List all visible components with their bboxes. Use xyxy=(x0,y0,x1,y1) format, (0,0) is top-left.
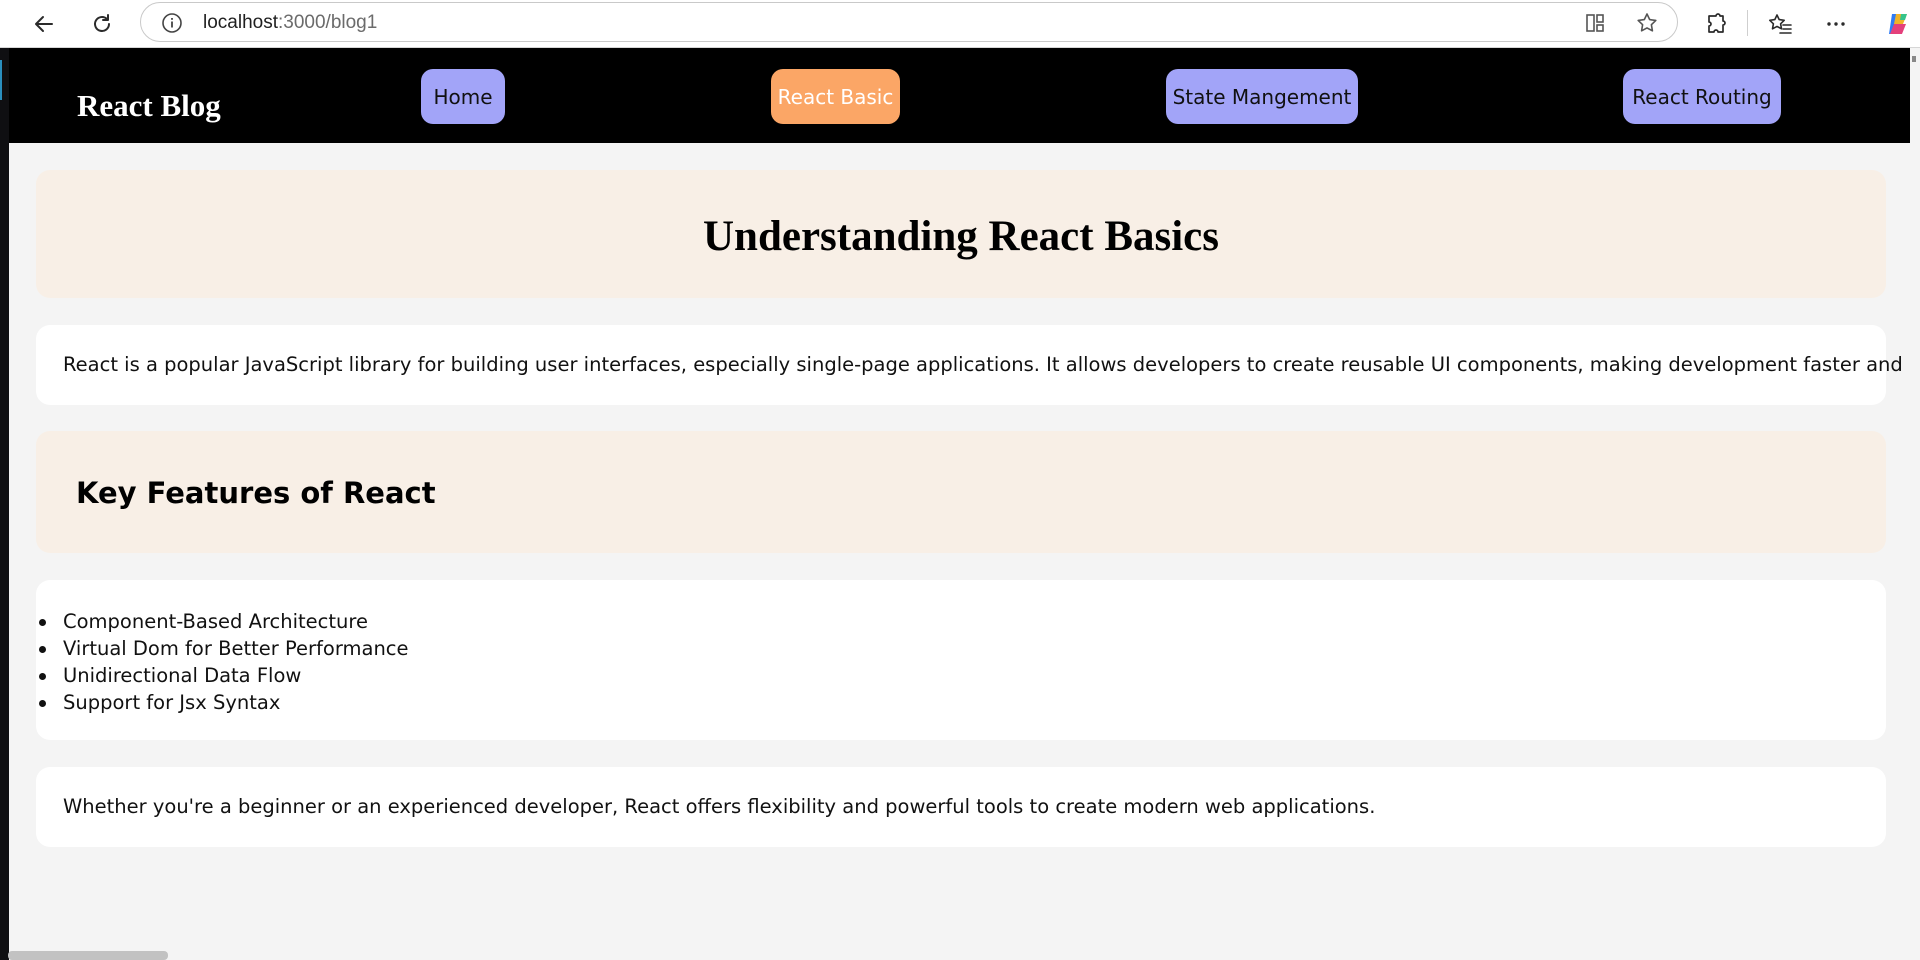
info-icon[interactable] xyxy=(161,12,183,34)
intro-paragraph: React is a popular JavaScript library fo… xyxy=(63,353,1910,376)
feature-text: Support for Jsx Syntax xyxy=(63,691,281,714)
title-card: Understanding React Basics xyxy=(36,170,1886,298)
star-icon[interactable] xyxy=(1633,9,1661,37)
nav-react-basic-button[interactable]: React Basic xyxy=(771,69,900,124)
closing-card: Whether you're a beginner or an experien… xyxy=(36,767,1886,847)
feature-item: Support for Jsx Syntax xyxy=(36,689,409,716)
nav-home-button[interactable]: Home xyxy=(421,69,505,124)
bullet-dot xyxy=(39,673,46,680)
features-heading: Key Features of React xyxy=(76,476,436,510)
browser-toolbar: localhost:3000/blog1 xyxy=(0,0,1920,48)
window-edge-accent xyxy=(0,60,2,100)
address-bar[interactable]: localhost:3000/blog1 xyxy=(140,2,1678,42)
feature-item: Component-Based Architecture xyxy=(36,608,409,635)
more-icon[interactable] xyxy=(1818,6,1854,42)
url-path: :3000/blog1 xyxy=(278,12,378,33)
address-url[interactable]: localhost:3000/blog1 xyxy=(203,12,377,34)
brand-title: React Blog xyxy=(77,88,221,123)
url-host: localhost xyxy=(203,12,278,33)
features-heading-card: Key Features of React xyxy=(36,431,1886,553)
puzzle-icon[interactable] xyxy=(1698,6,1734,42)
window-edge xyxy=(0,48,9,960)
page-title: Understanding React Basics xyxy=(702,213,1220,260)
feature-text: Component-Based Architecture xyxy=(63,610,368,633)
nav-state-management-button[interactable]: State Mangement xyxy=(1166,69,1358,124)
features-card: Component-Based Architecture Virtual Dom… xyxy=(36,580,1886,740)
nav-react-routing-button[interactable]: React Routing xyxy=(1623,69,1781,124)
horizontal-scrollbar[interactable] xyxy=(8,951,168,960)
feature-item: Virtual Dom for Better Performance xyxy=(36,635,409,662)
page-content: React Blog Home React Basic State Mangem… xyxy=(9,48,1910,960)
copilot-icon[interactable] xyxy=(1880,6,1916,42)
feature-text: Virtual Dom for Better Performance xyxy=(63,637,409,660)
feature-text: Unidirectional Data Flow xyxy=(63,664,302,687)
back-arrow-icon[interactable] xyxy=(26,6,62,42)
split-screen-icon[interactable] xyxy=(1581,9,1609,37)
vertical-scrollbar-arrow[interactable] xyxy=(1912,56,1916,62)
closing-paragraph: Whether you're a beginner or an experien… xyxy=(63,795,1376,818)
reload-icon[interactable] xyxy=(84,6,120,42)
bullet-dot xyxy=(39,619,46,626)
features-list: Component-Based Architecture Virtual Dom… xyxy=(36,608,409,716)
intro-card: React is a popular JavaScript library fo… xyxy=(36,325,1910,405)
toolbar-divider xyxy=(1747,10,1748,36)
bullet-dot xyxy=(39,646,46,653)
bullet-dot xyxy=(39,700,46,707)
feature-item: Unidirectional Data Flow xyxy=(36,662,409,689)
favorites-icon[interactable] xyxy=(1762,6,1798,42)
site-navbar: React Blog Home React Basic State Mangem… xyxy=(9,48,1910,143)
